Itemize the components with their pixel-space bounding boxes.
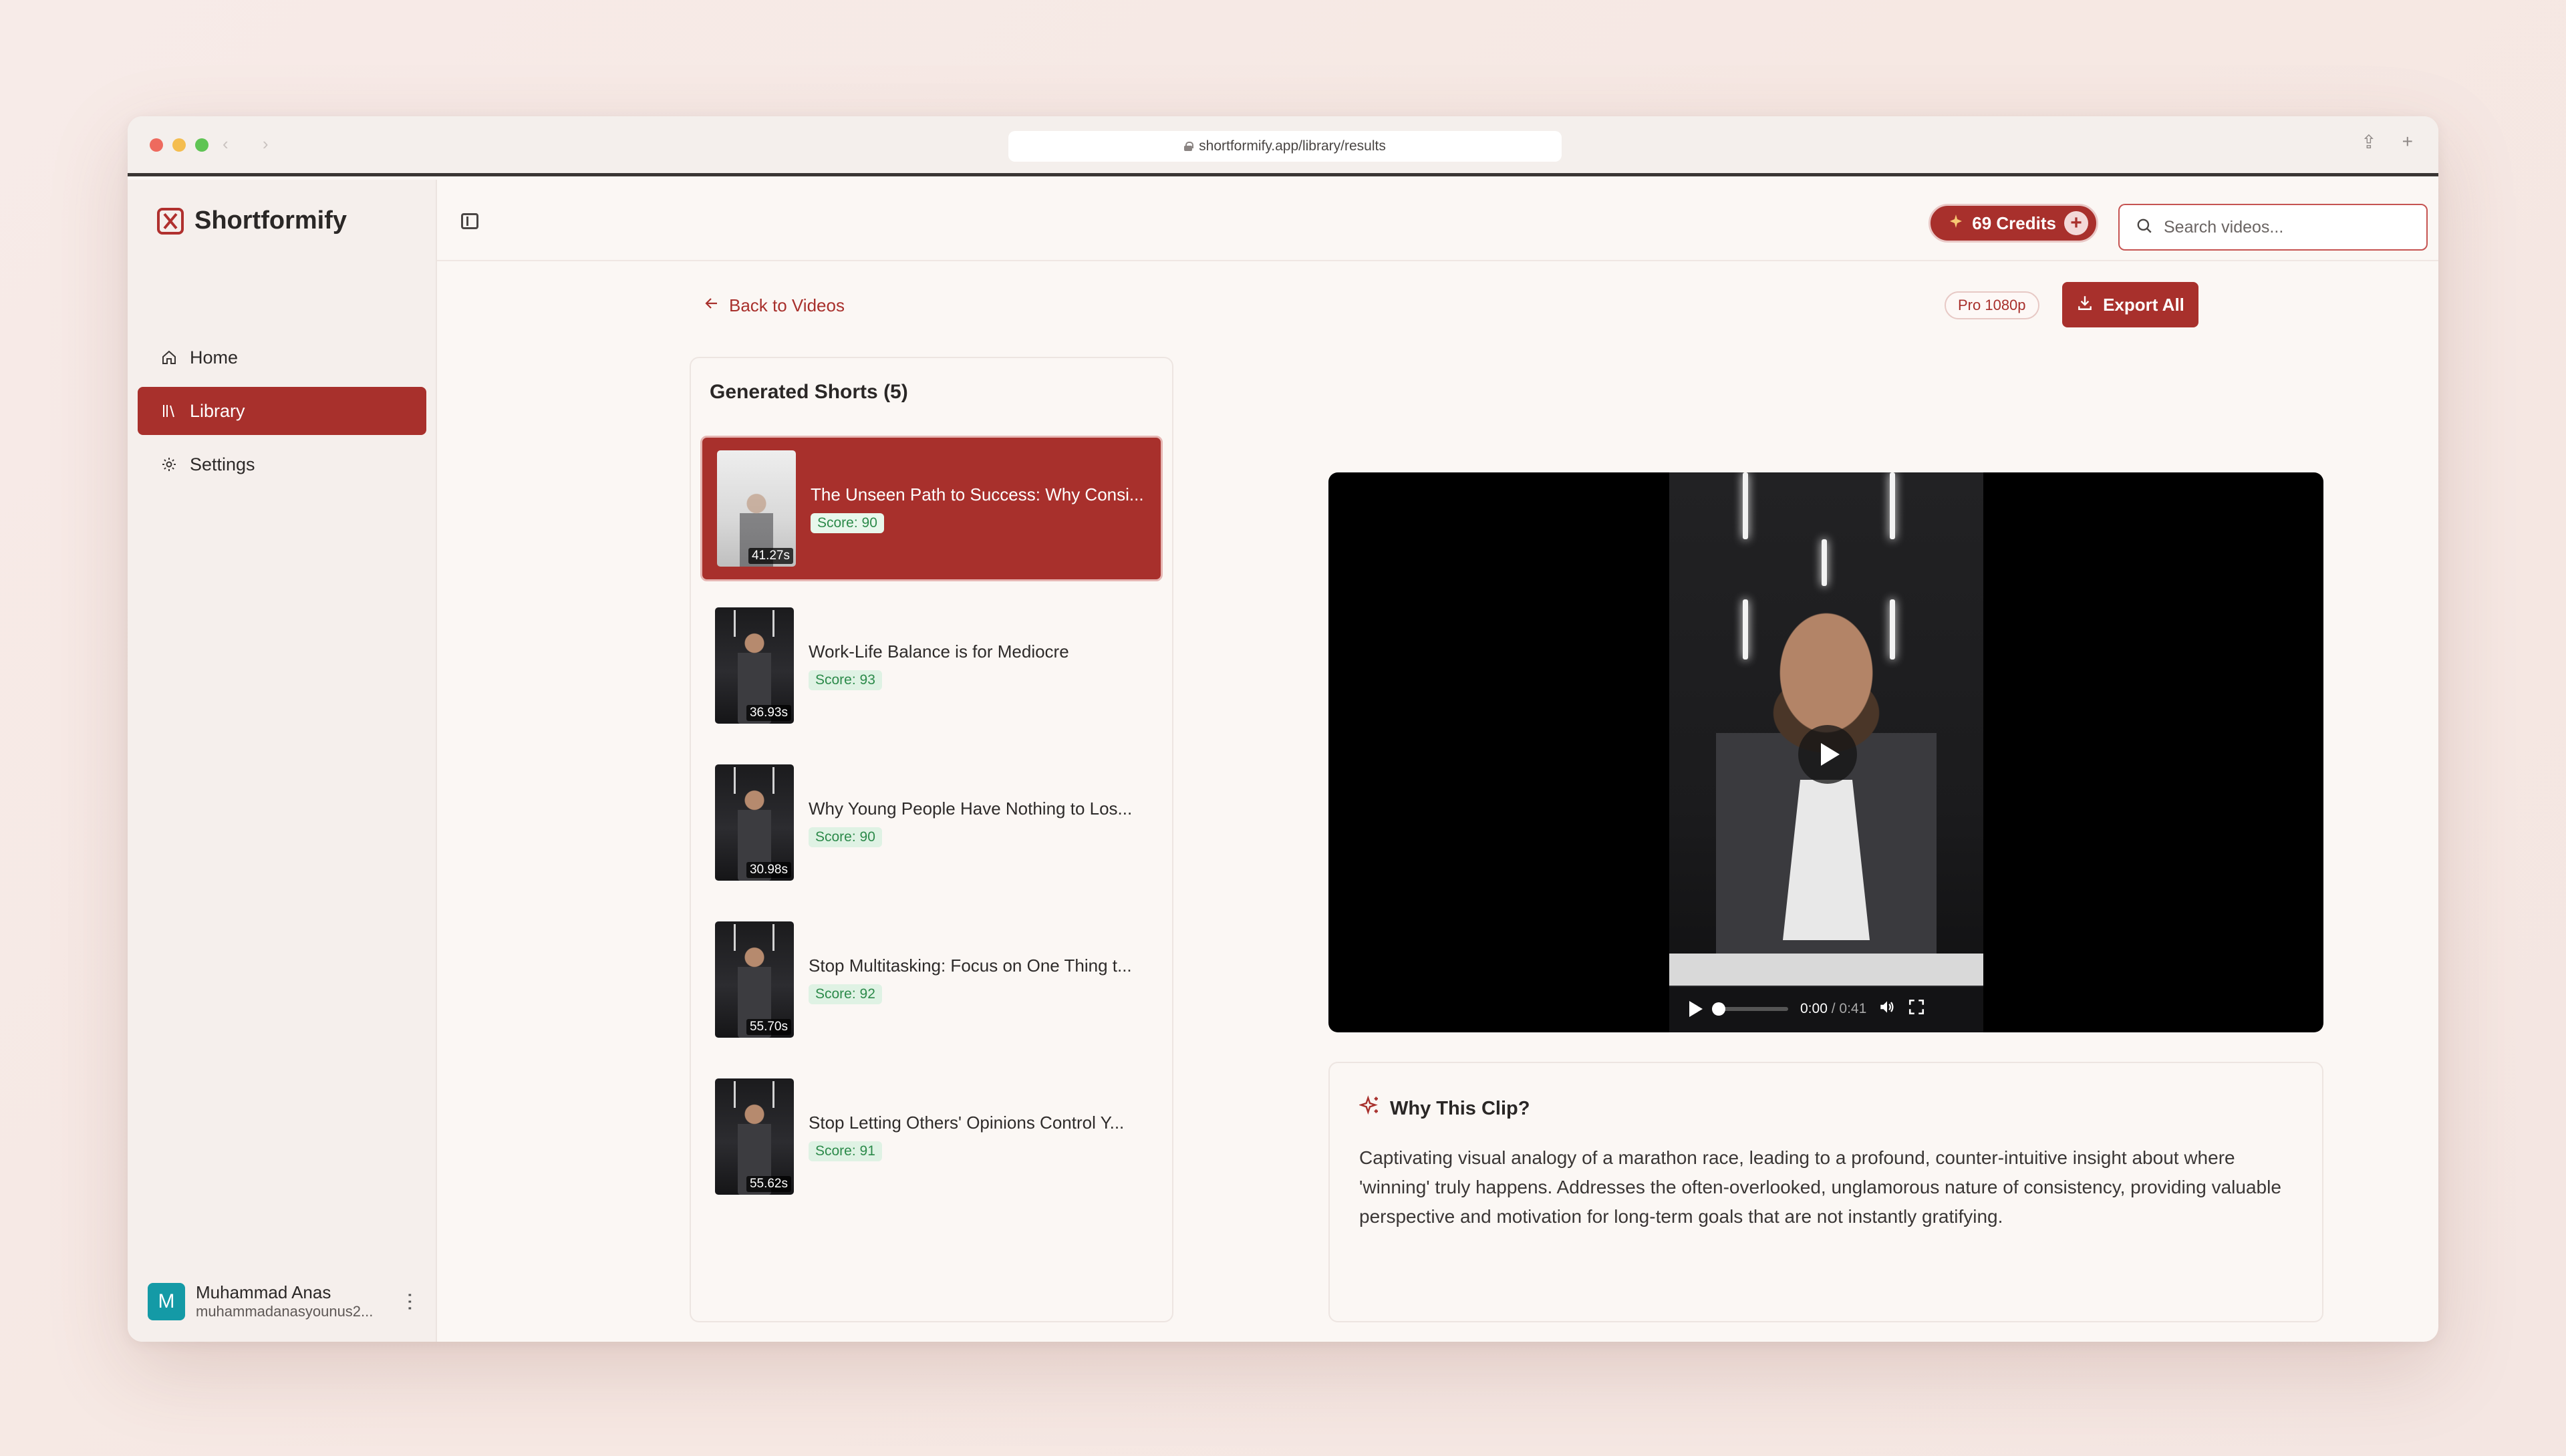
lock-icon bbox=[1184, 142, 1194, 151]
short-item[interactable]: 41.27s The Unseen Path to Success: Why C… bbox=[700, 436, 1163, 581]
sparkles-icon bbox=[1358, 1095, 1381, 1122]
why-header: Why This Clip? bbox=[1358, 1095, 1530, 1122]
short-item[interactable]: 55.62s Stop Letting Others' Opinions Con… bbox=[700, 1064, 1163, 1209]
new-tab-icon[interactable]: + bbox=[2402, 131, 2413, 153]
score-badge: Score: 91 bbox=[809, 1141, 882, 1161]
short-title: Why Young People Have Nothing to Los... bbox=[809, 798, 1133, 819]
sidebar-item-settings[interactable]: Settings bbox=[138, 440, 426, 488]
add-credits-icon[interactable]: + bbox=[2064, 211, 2088, 235]
short-info: Work-Life Balance is for Mediocre Score:… bbox=[809, 641, 1149, 690]
back-to-videos-link[interactable]: Back to Videos bbox=[704, 295, 845, 316]
close-window-button[interactable] bbox=[150, 138, 163, 152]
search-box[interactable] bbox=[2118, 204, 2428, 251]
window-controls bbox=[150, 138, 208, 152]
brand[interactable]: Shortformify bbox=[157, 206, 347, 235]
why-description: Captivating visual analogy of a marathon… bbox=[1359, 1147, 2281, 1227]
sidebar-item-home[interactable]: Home bbox=[138, 333, 426, 382]
why-title: Why This Clip? bbox=[1390, 1097, 1530, 1119]
top-bar: 69 Credits + bbox=[437, 180, 2438, 261]
short-thumbnail: 41.27s bbox=[717, 450, 796, 567]
generated-shorts-panel: Generated Shorts (5) 41.27s The Unseen P… bbox=[690, 357, 1173, 1322]
user-profile[interactable]: M Muhammad Anas muhammadanasyounus2... ⋯ bbox=[148, 1282, 422, 1320]
credits-label: 69 Credits bbox=[1972, 212, 2056, 233]
arrow-left-icon bbox=[704, 295, 720, 316]
short-item[interactable]: 55.70s Stop Multitasking: Focus on One T… bbox=[700, 907, 1163, 1052]
more-options-icon[interactable]: ⋯ bbox=[398, 1292, 422, 1312]
short-thumbnail: 55.62s bbox=[715, 1078, 794, 1195]
search-icon bbox=[2136, 217, 2153, 238]
sidebar-item-library[interactable]: Library bbox=[138, 387, 426, 435]
video-player[interactable]: 0:00 / 0:41 bbox=[1328, 472, 2323, 1032]
short-info: Stop Multitasking: Focus on One Thing t.… bbox=[809, 956, 1149, 1004]
export-label: Export All bbox=[2103, 294, 2184, 315]
short-duration: 55.62s bbox=[746, 1176, 791, 1192]
why-this-clip-panel: Why This Clip? Captivating visual analog… bbox=[1328, 1062, 2323, 1322]
sidebar-toggle-icon[interactable] bbox=[461, 213, 478, 229]
export-all-button[interactable]: Export All bbox=[2062, 282, 2198, 327]
user-info: Muhammad Anas muhammadanasyounus2... bbox=[196, 1282, 373, 1320]
short-title: Stop Multitasking: Focus on One Thing t.… bbox=[809, 955, 1132, 976]
user-name: Muhammad Anas bbox=[196, 1282, 331, 1302]
short-title: Stop Letting Others' Opinions Control Y.… bbox=[809, 1112, 1125, 1133]
minimize-window-button[interactable] bbox=[172, 138, 186, 152]
time-separator: / bbox=[1827, 1001, 1840, 1016]
app-window: ‹ › shortformify.app/library/results ⇪ +… bbox=[128, 116, 2438, 1342]
brand-name: Shortformify bbox=[194, 206, 347, 235]
short-thumbnail: 36.93s bbox=[715, 607, 794, 724]
browser-titlebar: ‹ › shortformify.app/library/results ⇪ + bbox=[128, 116, 2438, 176]
browser-nav-arrows[interactable]: ‹ › bbox=[223, 134, 283, 154]
score-badge: Score: 93 bbox=[809, 670, 882, 690]
home-icon bbox=[160, 349, 178, 366]
browser-actions: ⇪ + bbox=[2361, 131, 2413, 153]
short-duration: 55.70s bbox=[746, 1019, 791, 1035]
play-icon[interactable] bbox=[1689, 1001, 1703, 1017]
address-url: shortformify.app/library/results bbox=[1199, 138, 1386, 154]
share-icon[interactable]: ⇪ bbox=[2361, 131, 2376, 153]
shorts-title: Generated Shorts (5) bbox=[710, 381, 908, 403]
short-duration: 36.93s bbox=[746, 705, 791, 721]
short-item[interactable]: 30.98s Why Young People Have Nothing to … bbox=[700, 750, 1163, 895]
search-input[interactable] bbox=[2164, 217, 2404, 237]
short-info: Why Young People Have Nothing to Los... … bbox=[809, 798, 1149, 847]
fullscreen-icon[interactable] bbox=[1908, 998, 1925, 1020]
progress-slider[interactable] bbox=[1712, 1002, 1788, 1016]
short-duration: 30.98s bbox=[746, 862, 791, 878]
short-duration: 41.27s bbox=[748, 548, 793, 564]
download-icon bbox=[2076, 294, 2094, 316]
sidebar: Shortformify Home Library Settings M Muh… bbox=[128, 180, 437, 1342]
library-icon bbox=[160, 402, 178, 420]
short-info: Stop Letting Others' Opinions Control Y.… bbox=[809, 1113, 1149, 1161]
play-overlay-button[interactable] bbox=[1798, 725, 1857, 784]
quality-badge: Pro 1080p bbox=[1945, 291, 2039, 319]
sidebar-nav: Home Library Settings bbox=[138, 333, 426, 494]
score-badge: Score: 92 bbox=[809, 984, 882, 1004]
credits-button[interactable]: 69 Credits + bbox=[1929, 204, 2098, 243]
address-bar[interactable]: shortformify.app/library/results bbox=[1008, 131, 1562, 162]
sidebar-item-label: Library bbox=[190, 400, 245, 421]
total-time: 0:41 bbox=[1839, 1001, 1867, 1016]
score-badge: Score: 90 bbox=[811, 513, 884, 533]
maximize-window-button[interactable] bbox=[195, 138, 208, 152]
sidebar-item-label: Settings bbox=[190, 454, 255, 474]
user-email: muhammadanasyounus2... bbox=[196, 1303, 374, 1320]
volume-icon[interactable] bbox=[1878, 998, 1896, 1020]
video-controls: 0:00 / 0:41 bbox=[1669, 986, 1983, 1032]
avatar: M bbox=[148, 1282, 185, 1320]
short-item[interactable]: 36.93s Work-Life Balance is for Mediocre… bbox=[700, 593, 1163, 738]
gear-icon bbox=[160, 456, 178, 473]
sparkle-icon bbox=[1948, 213, 1964, 234]
back-label: Back to Videos bbox=[729, 295, 845, 315]
short-info: The Unseen Path to Success: Why Consi...… bbox=[811, 484, 1151, 533]
short-title: Work-Life Balance is for Mediocre bbox=[809, 641, 1069, 662]
current-time: 0:00 bbox=[1800, 1001, 1828, 1016]
time-display: 0:00 / 0:41 bbox=[1800, 1001, 1866, 1017]
score-badge: Score: 90 bbox=[809, 827, 882, 847]
short-title: The Unseen Path to Success: Why Consi... bbox=[811, 484, 1144, 504]
short-thumbnail: 55.70s bbox=[715, 921, 794, 1038]
scissors-logo-icon bbox=[157, 207, 184, 235]
short-thumbnail: 30.98s bbox=[715, 764, 794, 881]
sidebar-item-label: Home bbox=[190, 347, 239, 368]
